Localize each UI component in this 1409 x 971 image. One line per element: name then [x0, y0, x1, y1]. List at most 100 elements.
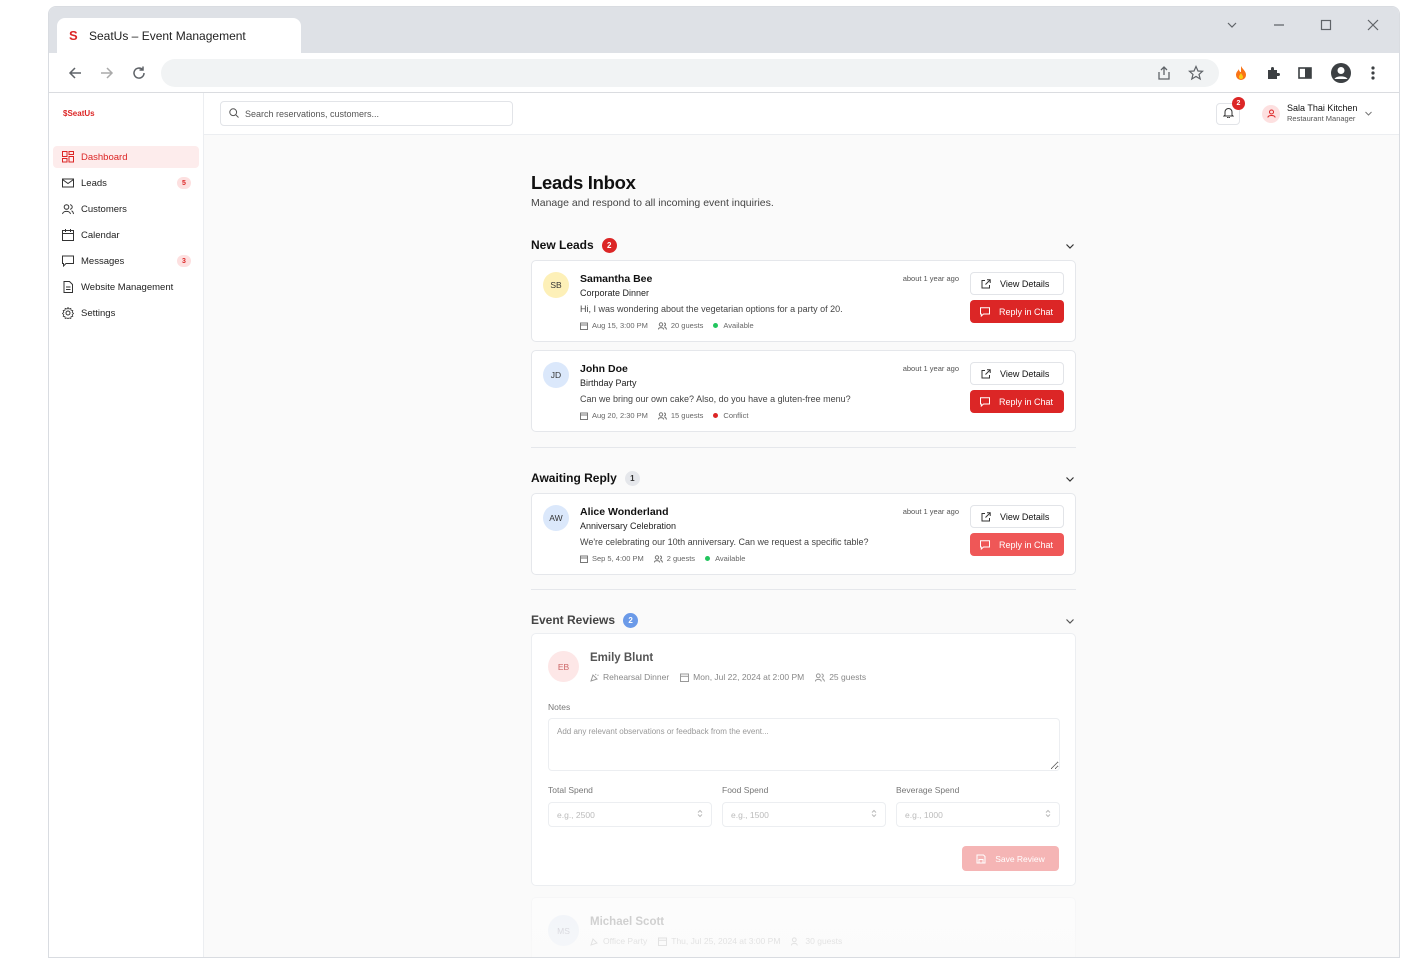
sidebar-item-leads[interactable]: Leads 5: [53, 172, 199, 194]
sidebar-item-website-management[interactable]: Website Management: [53, 276, 199, 298]
close-icon[interactable]: [1358, 15, 1388, 35]
sidebar-item-calendar[interactable]: Calendar: [53, 224, 199, 246]
notes-textarea[interactable]: [548, 718, 1060, 771]
browser-menu-icon[interactable]: [1362, 62, 1384, 84]
section-title: Event Reviews: [531, 613, 616, 627]
seatus-app: $SeatUs Dashboard Leads 5 Customers Cale…: [49, 93, 1399, 957]
address-bar[interactable]: [161, 59, 1219, 87]
reply-in-chat-button[interactable]: Reply in Chat: [970, 300, 1064, 323]
review-event-type: Office Party: [603, 936, 648, 946]
browser-toolbar: [49, 53, 1399, 93]
event-reviews-header[interactable]: Event Reviews 2: [531, 610, 1076, 630]
lead-name: John Doe: [580, 363, 628, 375]
review-event-type: Rehearsal Dinner: [603, 672, 670, 682]
app-logo[interactable]: $SeatUs: [63, 109, 95, 118]
profile-avatar-icon[interactable]: [1330, 62, 1352, 84]
status-dot: [713, 413, 719, 418]
party-icon: [590, 937, 598, 946]
notes-label: Notes: [548, 702, 571, 712]
lead-date: Sep 5, 4:00 PM: [592, 554, 644, 563]
calendar-icon: [658, 937, 668, 946]
search-box[interactable]: [220, 101, 513, 126]
lead-date: Aug 15, 3:00 PM: [592, 321, 648, 330]
sidebar-item-settings[interactable]: Settings: [53, 302, 199, 324]
lead-meta: Aug 20, 2:30 PM 15 guests Conflict: [580, 411, 758, 420]
sidebar-item-customers[interactable]: Customers: [53, 198, 199, 220]
view-details-button[interactable]: View Details: [970, 505, 1064, 528]
back-icon[interactable]: [63, 61, 87, 85]
lead-guests: 20 guests: [670, 321, 704, 330]
lead-guests: 2 guests: [666, 554, 696, 563]
user-role: Restaurant Manager: [1287, 114, 1356, 123]
event-review-card: EB Emily Blunt Rehearsal Dinner Mon, Jul…: [531, 633, 1076, 886]
view-details-button[interactable]: View Details: [970, 362, 1064, 385]
avatar: SB: [543, 272, 569, 298]
minimize-icon[interactable]: [1264, 15, 1294, 35]
total-spend-label: Total Spend: [548, 785, 593, 795]
browser-window: S SeatUs – Event Management $SeatUs Dash…: [48, 6, 1400, 958]
logo-text: SeatUs: [67, 109, 95, 118]
avatar: MS: [548, 915, 579, 946]
forward-icon[interactable]: [95, 61, 119, 85]
users-icon: [657, 321, 667, 330]
chevron-down-icon[interactable]: [1064, 472, 1076, 484]
stepper-icon[interactable]: [871, 809, 877, 820]
lead-name: Samantha Bee: [580, 273, 653, 285]
browser-tab[interactable]: S SeatUs – Event Management: [57, 18, 301, 53]
chevron-down-icon[interactable]: [1064, 239, 1076, 251]
bookmark-star-icon[interactable]: [1185, 62, 1207, 84]
beverage-spend-input[interactable]: e.g., 1000: [896, 802, 1060, 827]
review-customer-name: Emily Blunt: [590, 652, 654, 664]
sidebar-item-label: Customers: [81, 203, 127, 215]
sidebar-item-label: Dashboard: [81, 151, 128, 163]
maximize-icon[interactable]: [1311, 15, 1341, 35]
reply-in-chat-button[interactable]: Reply in Chat: [970, 533, 1064, 556]
users-icon: [815, 672, 826, 682]
stepper-icon[interactable]: [1045, 809, 1051, 820]
sidebar-item-label: Website Management: [81, 281, 174, 293]
flame-extension-icon[interactable]: [1230, 62, 1252, 84]
section-divider: [531, 447, 1076, 448]
mail-icon: [61, 176, 75, 190]
lead-card: JD John Doe Birthday Party Can we bring …: [531, 350, 1076, 432]
extensions-puzzle-icon[interactable]: [1262, 62, 1284, 84]
search-input[interactable]: [245, 108, 495, 119]
side-panel-icon[interactable]: [1294, 62, 1316, 84]
chevron-down-icon[interactable]: [1064, 614, 1076, 626]
new-leads-header[interactable]: New Leads 2: [531, 235, 1076, 255]
reply-in-chat-button[interactable]: Reply in Chat: [970, 390, 1064, 413]
chevron-down-icon: [1364, 105, 1373, 123]
beverage-spend-placeholder: e.g., 1000: [905, 809, 943, 820]
notifications-button[interactable]: 2: [1216, 97, 1245, 125]
tab-bar: S SeatUs – Event Management: [49, 7, 1399, 53]
calendar-icon: [580, 412, 588, 420]
save-review-button[interactable]: Save Review: [962, 846, 1059, 871]
section-count-badge: 2: [601, 237, 617, 253]
user-menu[interactable]: Sala Thai Kitchen Restaurant Manager: [1262, 103, 1373, 124]
food-spend-input[interactable]: e.g., 1500: [722, 802, 886, 827]
calendar-icon: [680, 673, 690, 682]
external-link-icon: [981, 368, 991, 378]
section-count-badge: 1: [624, 470, 640, 486]
share-icon[interactable]: [1153, 62, 1175, 84]
avatar: JD: [543, 362, 569, 388]
view-details-label: View Details: [1000, 278, 1050, 289]
calendar-icon: [580, 555, 588, 563]
total-spend-input[interactable]: e.g., 2500: [548, 802, 712, 827]
awaiting-reply-header[interactable]: Awaiting Reply 1: [531, 468, 1076, 488]
lead-card: SB Samantha Bee Corporate Dinner Hi, I w…: [531, 260, 1076, 342]
lead-message: Can we bring our own cake? Also, do you …: [580, 394, 851, 404]
section-title: Awaiting Reply: [531, 471, 617, 485]
stepper-icon[interactable]: [697, 809, 703, 820]
reload-icon[interactable]: [127, 61, 151, 85]
review-guests: 25 guests: [829, 672, 867, 682]
status-dot: [713, 323, 719, 328]
tab-search-icon[interactable]: [1217, 15, 1247, 35]
lead-status: Available: [715, 554, 746, 563]
sidebar-item-dashboard[interactable]: Dashboard: [53, 146, 199, 168]
sidebar: $SeatUs Dashboard Leads 5 Customers Cale…: [49, 93, 204, 957]
lead-timestamp: about 1 year ago: [902, 507, 959, 516]
view-details-button[interactable]: View Details: [970, 272, 1064, 295]
users-icon: [657, 411, 667, 420]
sidebar-item-messages[interactable]: Messages 3: [53, 250, 199, 272]
